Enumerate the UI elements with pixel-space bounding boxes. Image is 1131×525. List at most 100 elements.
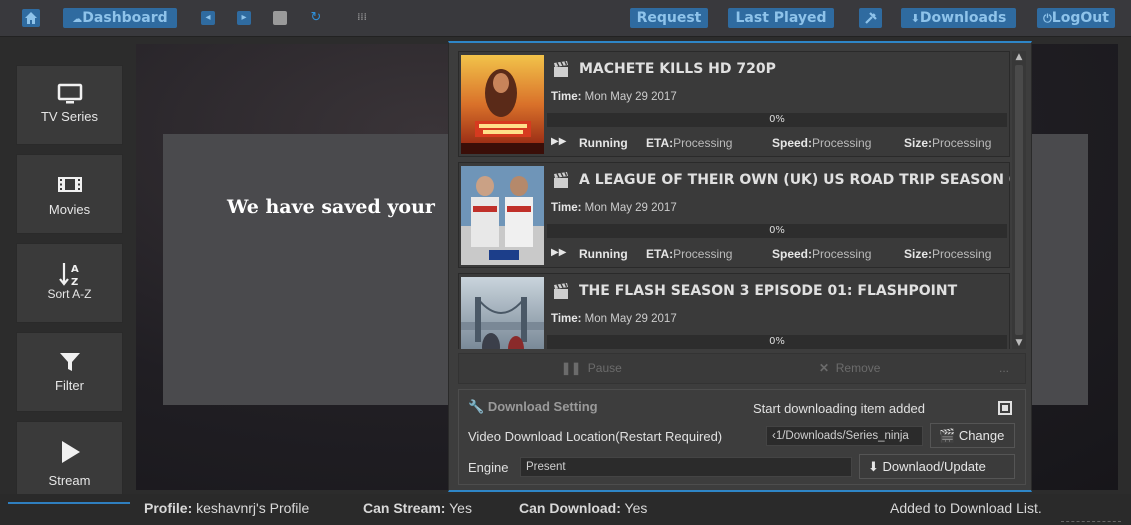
svg-text:A: A [71, 264, 79, 275]
download-title: MACHETE KILLS HD 720P [579, 61, 776, 77]
sidebar-item-filter[interactable]: Filter [16, 332, 123, 412]
poster-thumbnail [461, 55, 544, 154]
can-download-status: Can Download: Yes [519, 500, 647, 516]
location-field[interactable]: ‹1/Downloads/Series_ninja [766, 426, 923, 446]
status-accent-line [8, 502, 130, 504]
download-time: Time: Mon May 29 2017 [551, 202, 677, 214]
last-played-label: Last Played [735, 10, 827, 26]
progress-bar: 0% [547, 335, 1007, 349]
logout-label: LogOut [1051, 10, 1109, 26]
can-download-label: Can Download: [519, 500, 621, 516]
last-played-button[interactable]: Last Played [728, 8, 834, 28]
scroll-up-icon[interactable]: ▲ [1012, 51, 1026, 63]
downloads-button[interactable]: ⬇Downloads [901, 8, 1016, 28]
size-label: Size: [904, 136, 933, 150]
downloads-label: Downloads [919, 10, 1007, 26]
time-value: Mon May 29 2017 [584, 91, 677, 103]
status-text: Running [579, 136, 628, 150]
resize-grip[interactable] [1061, 514, 1121, 522]
download-time: Time: Mon May 29 2017 [551, 313, 677, 325]
fast-forward-icon: ▶▶ [551, 247, 567, 258]
auto-start-label: Start downloading item added [753, 401, 926, 416]
dashboard-icon: ☁ [72, 14, 83, 25]
progress-percent: 0% [769, 114, 785, 125]
download-update-button[interactable]: ⬇ Downlaod/Update [859, 454, 1015, 479]
speed-label: Speed: [772, 247, 813, 261]
download-item[interactable]: MACHETE KILLS HD 720P Time: Mon May 29 2… [458, 51, 1010, 157]
sidebar-item-stream[interactable]: Stream [16, 421, 123, 501]
progress-percent: 0% [769, 336, 785, 347]
status-text: Running [579, 247, 628, 261]
arrow-left-icon[interactable]: ◂ [201, 11, 215, 25]
logout-button[interactable]: ⏻LogOut [1037, 8, 1115, 28]
size-value: Processing [932, 136, 992, 150]
time-label: Time: [551, 313, 582, 325]
stop-icon[interactable] [273, 11, 287, 25]
fast-forward-icon: ▶▶ [551, 136, 567, 147]
wrench-icon: 🔧 [468, 399, 485, 414]
dashboard-button[interactable]: ☁Dashboard [63, 8, 177, 28]
download-title: A LEAGUE OF THEIR OWN (UK) US ROAD TRIP … [579, 172, 1010, 188]
grid-icon[interactable]: ⁞⁞⁞ [353, 9, 371, 27]
eta-label: ETA: [646, 136, 674, 150]
status-message: Added to Download List. [890, 500, 1042, 516]
poster-thumbnail [461, 166, 544, 265]
download-icon: ⬇ [868, 459, 879, 474]
sidebar-item-label: Sort A-Z [47, 287, 92, 301]
status-bar: Profile: keshavnrj's Profile Can Stream:… [0, 494, 1131, 525]
downloads-panel: MACHETE KILLS HD 720P Time: Mon May 29 2… [448, 41, 1032, 492]
clapperboard-icon [554, 172, 568, 188]
download-settings-header: 🔧 Download Setting [468, 399, 598, 415]
time-label: Time: [551, 91, 582, 103]
request-button[interactable]: Request [630, 8, 708, 28]
clapperboard-icon [554, 283, 568, 299]
remove-button[interactable]: ✕ Remove [819, 361, 880, 375]
dashboard-label: Dashboard [82, 10, 168, 26]
refresh-icon[interactable]: ↻ [308, 10, 324, 26]
engine-label: Engine [468, 460, 509, 475]
download-update-label: Downlaod/Update [882, 459, 986, 474]
pause-icon: ❚❚ [561, 361, 582, 375]
arrow-right-icon[interactable]: ▸ [237, 11, 251, 25]
film-icon [57, 177, 82, 192]
more-button[interactable]: ... [999, 361, 1009, 375]
download-list[interactable]: MACHETE KILLS HD 720P Time: Mon May 29 2… [458, 51, 1010, 349]
download-list-scrollbar[interactable]: ▲ ▼ [1012, 51, 1026, 349]
download-settings-title: Download Setting [487, 399, 598, 414]
profile-status: Profile: keshavnrj's Profile [144, 500, 309, 516]
sidebar-item-tv-series[interactable]: TV Series [16, 65, 123, 145]
sort-az-icon: AZ [58, 263, 79, 288]
download-actions: ❚❚ Pause ✕ Remove ... [458, 353, 1026, 384]
download-item[interactable]: A LEAGUE OF THEIR OWN (UK) US ROAD TRIP … [458, 162, 1010, 268]
can-stream-status: Can Stream: Yes [363, 500, 472, 516]
app-window: ☁Dashboard ◂ ▸ ↻ ⁞⁞⁞ Request Last Played… [0, 0, 1131, 525]
sidebar-item-sort-az[interactable]: AZ Sort A-Z [16, 243, 123, 323]
can-download-value: Yes [624, 500, 648, 516]
change-location-button[interactable]: 🎬 Change [930, 423, 1015, 448]
sidebar-item-movies[interactable]: Movies [16, 154, 123, 234]
request-label: Request [636, 10, 702, 26]
download-time: Time: Mon May 29 2017 [551, 91, 677, 103]
remove-label: Remove [835, 361, 881, 375]
progress-bar: 0% [547, 224, 1007, 238]
can-stream-value: Yes [449, 500, 472, 516]
profile-label: Profile: [144, 500, 193, 516]
eta-value: Processing [673, 247, 733, 261]
speed-value: Processing [812, 247, 872, 261]
download-title: THE FLASH SEASON 3 EPISODE 01: FLASHPOIN… [579, 283, 958, 299]
home-icon[interactable] [22, 9, 40, 27]
pause-button[interactable]: ❚❚ Pause [561, 361, 622, 375]
auto-start-checkbox[interactable] [998, 401, 1012, 415]
scroll-down-icon[interactable]: ▼ [1012, 337, 1026, 349]
engine-field: Present [520, 457, 852, 477]
eta-value: Processing [673, 136, 733, 150]
poster-thumbnail [461, 277, 544, 349]
download-stats: ▶▶ Running ETA: Processing Speed: Proces… [551, 247, 1006, 263]
top-toolbar: ☁Dashboard ◂ ▸ ↻ ⁞⁞⁞ Request Last Played… [0, 0, 1131, 37]
power-icon: ⏻ [1043, 12, 1052, 25]
tools-icon[interactable] [859, 8, 882, 28]
time-value: Mon May 29 2017 [584, 202, 677, 214]
pause-label: Pause [587, 361, 622, 375]
scrollbar-thumb[interactable] [1015, 65, 1023, 335]
download-item[interactable]: THE FLASH SEASON 3 EPISODE 01: FLASHPOIN… [458, 273, 1010, 349]
